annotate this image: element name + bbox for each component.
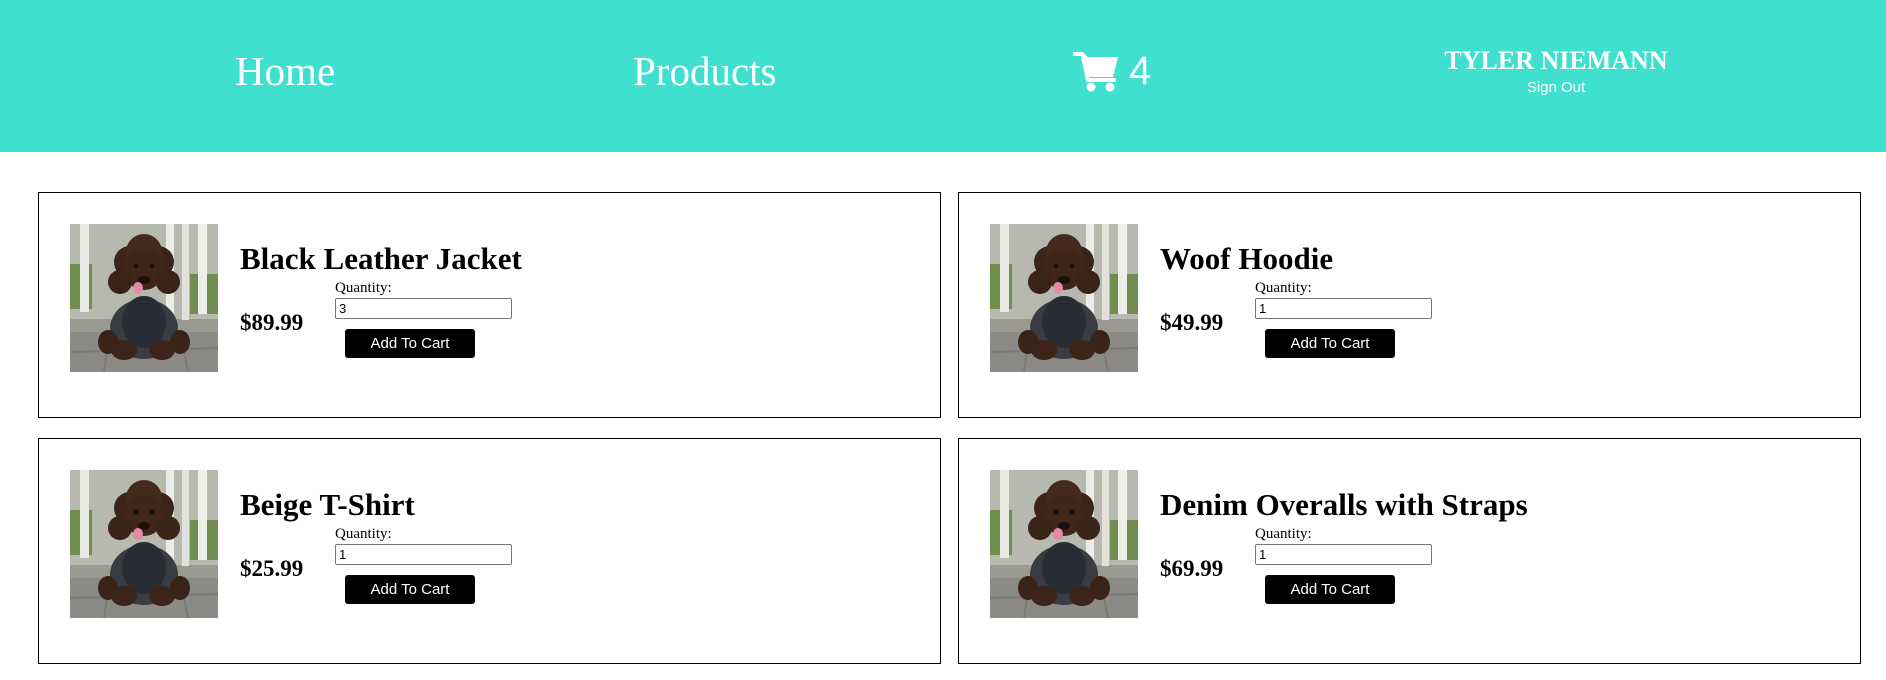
product-price: $25.99 — [240, 556, 304, 581]
product-card: Denim Overalls with Straps $69.99 Quantity… — [958, 438, 1861, 664]
shopping-cart-icon — [1073, 52, 1118, 92]
quantity-input[interactable] — [1255, 544, 1432, 565]
product-image — [70, 470, 218, 618]
product-image — [990, 224, 1138, 372]
product-card: Black Leather Jacket $89.99 Quantity: Add T… — [38, 192, 941, 418]
cart-count: 4 — [1129, 49, 1152, 93]
quantity-label: Quantity: — [335, 526, 392, 542]
nav-products-link[interactable]: Products — [633, 46, 777, 96]
add-to-cart-button[interactable]: Add To Cart — [345, 329, 475, 358]
add-to-cart-button[interactable]: Add To Cart — [345, 575, 475, 604]
quantity-input[interactable] — [335, 298, 512, 319]
sign-out-link[interactable]: Sign Out — [1406, 79, 1706, 97]
nav-home-link[interactable]: Home — [235, 46, 335, 96]
product-card: Beige T-Shirt $25.99 Quantity: Add To Cart — [38, 438, 941, 664]
product-card: Woof Hoodie $49.99 Quantity: Add To Cart — [958, 192, 1861, 418]
product-image — [990, 470, 1138, 618]
product-price: $89.99 — [240, 310, 304, 335]
user-panel: TYLER NIEMANN Sign Out — [1406, 46, 1706, 97]
quantity-label: Quantity: — [1255, 280, 1312, 296]
quantity-input[interactable] — [335, 544, 512, 565]
user-name: TYLER NIEMANN — [1444, 46, 1668, 75]
add-to-cart-button[interactable]: Add To Cart — [1265, 329, 1395, 358]
product-title: Beige T-Shirt — [240, 487, 415, 522]
quantity-label: Quantity: — [335, 280, 392, 296]
add-to-cart-button[interactable]: Add To Cart — [1265, 575, 1395, 604]
product-title: Denim Overalls with Straps — [1160, 487, 1528, 522]
product-grid: Black Leather Jacket $89.99 Quantity: Add T… — [38, 192, 1861, 664]
product-price: $69.99 — [1160, 556, 1224, 581]
quantity-input[interactable] — [1255, 298, 1432, 319]
product-image — [70, 224, 218, 372]
product-title: Woof Hoodie — [1160, 241, 1334, 276]
cart-link[interactable]: 4 — [1073, 46, 1151, 96]
quantity-label: Quantity: — [1255, 526, 1312, 542]
product-price: $49.99 — [1160, 310, 1224, 335]
top-navbar: Home Products 4 TYLER NIEMANN Sign Out — [0, 0, 1886, 152]
product-title: Black Leather Jacket — [240, 241, 522, 276]
